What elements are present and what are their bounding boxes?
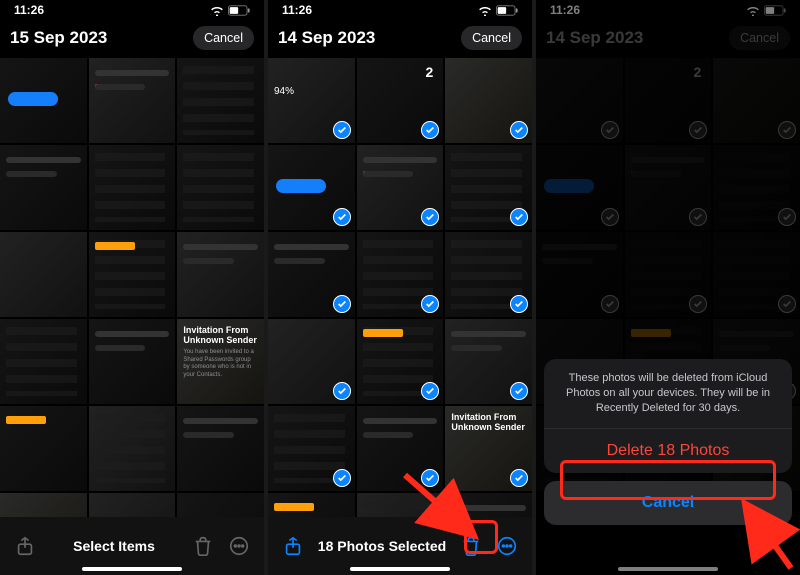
share-icon[interactable] — [282, 535, 304, 557]
photo-thumbnail[interactable] — [357, 232, 444, 317]
photo-thumbnail[interactable] — [177, 493, 264, 517]
bottom-toolbar: 18 Photos Selected — [268, 517, 532, 575]
photo-thumbnail[interactable] — [89, 232, 176, 317]
photo-thumbnail[interactable] — [177, 232, 264, 317]
selection-check-icon — [510, 208, 528, 226]
photo-thumbnail[interactable]: 94% — [268, 58, 355, 143]
panel-select-mode: 11:26 15 Sep 2023 Cancel — [0, 0, 264, 575]
photo-thumbnail[interactable] — [268, 406, 355, 491]
action-sheet-message: These photos will be deleted from iCloud… — [544, 359, 792, 429]
invitation-title: Invitation From Unknown Sender — [451, 412, 526, 433]
photo-thumbnail[interactable] — [445, 232, 532, 317]
photo-thumbnail[interactable] — [357, 493, 444, 517]
home-indicator[interactable] — [350, 567, 450, 571]
selection-check-icon — [333, 382, 351, 400]
cancel-button[interactable]: Cancel — [193, 26, 254, 50]
wifi-icon — [478, 5, 492, 16]
photo-thumbnail[interactable] — [89, 145, 176, 230]
header: 14 Sep 2023 Cancel — [268, 20, 532, 58]
selection-check-icon — [333, 295, 351, 313]
selection-check-icon — [421, 295, 439, 313]
selection-check-icon — [510, 469, 528, 487]
panel-selected: 11:26 14 Sep 2023 Cancel 94% 2 — [268, 0, 532, 575]
photo-grid[interactable]: 94% 2 Invitation From Unknown Sender — [268, 58, 532, 517]
photo-grid[interactable]: Invitation From Unknown Sender You have … — [0, 58, 264, 517]
selection-check-icon — [421, 469, 439, 487]
photo-thumbnail[interactable]: Invitation From Unknown Sender You have … — [177, 319, 264, 404]
photo-thumbnail[interactable] — [0, 58, 87, 143]
date-title: 14 Sep 2023 — [278, 28, 375, 48]
photo-thumbnail[interactable] — [0, 406, 87, 491]
more-icon[interactable] — [496, 535, 518, 557]
photo-thumbnail[interactable] — [268, 145, 355, 230]
photo-thumbnail[interactable]: Invitation From Unknown Sender — [445, 406, 532, 491]
more-icon — [228, 535, 250, 557]
action-sheet-cancel-button[interactable]: Cancel — [544, 481, 792, 525]
panel-delete-sheet: 11:26 14 Sep 2023 Cancel 2 — [536, 0, 800, 575]
photo-thumbnail[interactable] — [268, 493, 355, 517]
status-bar: 11:26 — [0, 0, 264, 20]
photo-thumbnail[interactable] — [89, 58, 176, 143]
photo-thumbnail[interactable]: 2 — [357, 58, 444, 143]
trash-icon — [192, 535, 214, 557]
selection-check-icon — [421, 121, 439, 139]
photo-thumbnail[interactable] — [357, 319, 444, 404]
photo-thumbnail[interactable] — [177, 406, 264, 491]
selection-check-icon — [421, 208, 439, 226]
home-indicator[interactable] — [82, 567, 182, 571]
photo-thumbnail[interactable] — [445, 319, 532, 404]
header: 15 Sep 2023 Cancel — [0, 20, 264, 58]
photo-thumbnail[interactable] — [268, 319, 355, 404]
selection-check-icon — [510, 121, 528, 139]
date-title: 15 Sep 2023 — [10, 28, 107, 48]
selection-check-icon — [510, 382, 528, 400]
battery-icon — [228, 5, 250, 16]
photo-thumbnail[interactable] — [0, 319, 87, 404]
photo-thumbnail[interactable] — [177, 145, 264, 230]
toolbar-label: 18 Photos Selected — [318, 538, 446, 554]
photo-thumbnail[interactable] — [357, 145, 444, 230]
status-time: 11:26 — [14, 3, 44, 17]
bottom-toolbar: Select Items — [0, 517, 264, 575]
photo-thumbnail[interactable] — [0, 232, 87, 317]
photo-thumbnail[interactable] — [445, 493, 532, 517]
selection-check-icon — [333, 469, 351, 487]
selection-check-icon — [510, 295, 528, 313]
delete-photos-button[interactable]: Delete 18 Photos — [544, 429, 792, 473]
wifi-icon — [210, 5, 224, 16]
toolbar-label: Select Items — [73, 538, 155, 554]
photo-thumbnail[interactable] — [89, 493, 176, 517]
photo-thumbnail[interactable] — [177, 58, 264, 143]
share-icon — [14, 535, 36, 557]
status-bar: 11:26 — [268, 0, 532, 20]
status-time: 11:26 — [282, 3, 312, 17]
selection-check-icon — [333, 208, 351, 226]
photo-thumbnail[interactable] — [357, 406, 444, 491]
invitation-title: Invitation From Unknown Sender — [183, 325, 258, 346]
action-sheet-card: These photos will be deleted from iCloud… — [544, 359, 792, 473]
photo-thumbnail[interactable] — [89, 406, 176, 491]
selection-check-icon — [421, 382, 439, 400]
trash-icon[interactable] — [460, 535, 482, 557]
action-sheet: These photos will be deleted from iCloud… — [544, 359, 792, 525]
photo-thumbnail[interactable] — [268, 232, 355, 317]
battery-icon — [496, 5, 518, 16]
photo-thumbnail[interactable] — [89, 319, 176, 404]
selection-check-icon — [333, 121, 351, 139]
photo-thumbnail[interactable] — [445, 58, 532, 143]
photo-thumbnail[interactable] — [0, 145, 87, 230]
photo-thumbnail[interactable] — [445, 145, 532, 230]
invitation-body: You have been invited to a Shared Passwo… — [183, 349, 258, 379]
cancel-button[interactable]: Cancel — [461, 26, 522, 50]
photo-thumbnail[interactable] — [0, 493, 87, 517]
